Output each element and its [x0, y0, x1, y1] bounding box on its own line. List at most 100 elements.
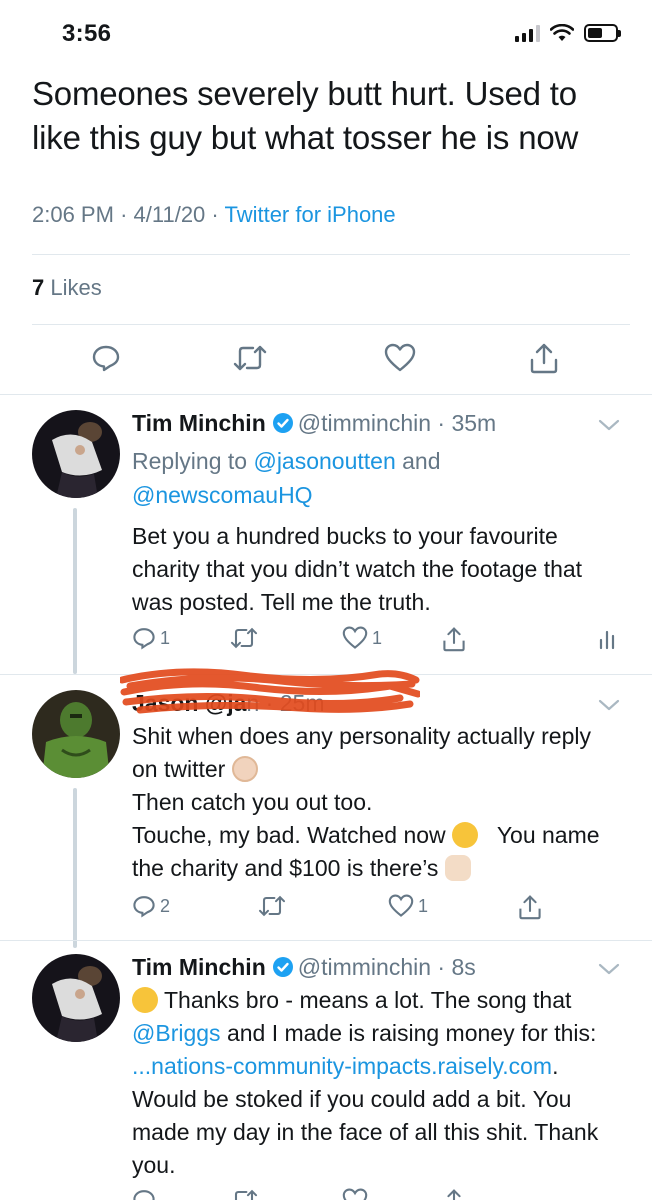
- heart-icon: [388, 894, 414, 917]
- share-button[interactable]: [524, 338, 564, 378]
- reply-button[interactable]: [86, 338, 126, 378]
- retweet-button[interactable]: [258, 894, 286, 918]
- facepalm-emoji-icon: [231, 756, 258, 782]
- reply-actions: [132, 1188, 622, 1200]
- like-button[interactable]: 1: [388, 894, 428, 918]
- analytics-icon: [599, 630, 615, 650]
- status-time: 3:56: [62, 20, 112, 47]
- retweet-button[interactable]: [230, 338, 270, 378]
- reply-time: 35m: [451, 410, 497, 436]
- external-link[interactable]: ...nations-community-impacts.raisely.com: [132, 1053, 552, 1079]
- reply-count: 1: [160, 627, 171, 648]
- main-tweet-text: Someones severely butt hurt. Used to lik…: [32, 75, 579, 156]
- author-name[interactable]: Tim Minchin: [132, 954, 266, 980]
- like-count: 1: [372, 627, 383, 648]
- author-name[interactable]: Tim Minchin: [132, 410, 266, 436]
- retweet-button[interactable]: [230, 626, 258, 650]
- reply-body: Thanks bro - means a lot. The song that …: [132, 984, 622, 1182]
- thread-line: [73, 508, 77, 674]
- analytics-button[interactable]: [598, 626, 616, 650]
- replying-to-label: Replying to: [132, 448, 248, 474]
- heart-icon: [342, 626, 368, 649]
- mention-link[interactable]: @Briggs: [132, 1020, 221, 1046]
- heart-icon: [342, 1188, 368, 1200]
- reply-text: Then catch you out too.: [132, 789, 373, 815]
- reply-text: Thanks bro - means a lot. The song that: [163, 987, 572, 1013]
- like-button[interactable]: 1: [342, 626, 382, 650]
- status-icons: [515, 24, 621, 42]
- avatar[interactable]: [32, 690, 120, 778]
- reply-text: Shit when does any personality actually …: [132, 723, 591, 782]
- like-button[interactable]: [342, 1188, 368, 1200]
- meta-separator: ·: [211, 202, 219, 227]
- share-icon: [530, 343, 558, 374]
- share-icon: [443, 627, 465, 652]
- reply-body: Shit when does any personality actually …: [132, 720, 622, 885]
- verified-badge-icon: [272, 957, 293, 977]
- reply-icon: [133, 628, 155, 650]
- likes-label: Likes: [50, 275, 102, 300]
- author-handle[interactable]: @timminchin: [298, 954, 431, 980]
- retweet-button[interactable]: [230, 1188, 258, 1200]
- thumbs-up-emoji-icon: [444, 855, 471, 881]
- divider: [0, 394, 652, 395]
- share-icon: [519, 895, 541, 920]
- share-button[interactable]: [442, 626, 466, 652]
- reply-text: Touche, my bad. Watched now: [132, 822, 446, 848]
- likes-count: 7: [32, 275, 45, 300]
- smiling-face-emoji-icon: [132, 987, 158, 1013]
- reply-actions: 1 1: [132, 626, 622, 658]
- retweet-icon: [234, 1189, 258, 1200]
- redaction-scribble: [120, 668, 420, 714]
- share-button[interactable]: [518, 894, 542, 920]
- reply-count: 2: [160, 895, 171, 916]
- tweet-date: 4/11/20: [133, 202, 206, 227]
- divider: [0, 940, 652, 941]
- reply-button[interactable]: 2: [132, 894, 170, 918]
- like-count: 1: [418, 895, 429, 916]
- reply-actions: 2 1: [132, 894, 622, 926]
- mention-link[interactable]: @jasonoutten: [253, 448, 395, 474]
- reply-icon: [133, 896, 155, 918]
- chevron-down-icon[interactable]: [598, 962, 620, 976]
- chevron-down-icon[interactable]: [598, 698, 620, 712]
- likes-row[interactable]: 7 Likes: [32, 275, 102, 301]
- retweet-icon: [233, 345, 267, 371]
- thread-line: [73, 788, 77, 948]
- reply-header: Tim Minchin @timminchin · 8s: [132, 954, 476, 980]
- retweet-icon: [258, 895, 286, 917]
- author-handle[interactable]: @timminchin: [298, 410, 431, 436]
- status-bar: 3:56: [0, 0, 652, 68]
- mention-link[interactable]: @newscomauHQ: [132, 482, 313, 508]
- neutral-face-emoji-icon: [452, 822, 479, 848]
- heart-icon: [384, 343, 416, 372]
- reply-button[interactable]: 1: [132, 626, 170, 650]
- divider: [32, 254, 630, 255]
- avatar[interactable]: [32, 410, 120, 498]
- reply-header: Tim Minchin @timminchin · 35m: [132, 410, 497, 436]
- battery-icon: [584, 24, 621, 42]
- avatar[interactable]: [32, 954, 120, 1042]
- share-button[interactable]: [442, 1188, 466, 1200]
- chevron-down-icon[interactable]: [598, 418, 620, 432]
- and-label: and: [402, 448, 441, 474]
- share-icon: [447, 1189, 461, 1200]
- reply-body: Bet you a hundred bucks to your favourit…: [132, 523, 583, 615]
- replying-to: Replying to @jasonoutten and @newscomauH…: [132, 444, 612, 512]
- reply-text: and I made is raising money for this:: [226, 1020, 597, 1046]
- reply-button[interactable]: [132, 1188, 156, 1200]
- wifi-icon: [550, 24, 574, 41]
- meta-separator: ·: [120, 202, 128, 227]
- reply-icon: [92, 345, 120, 372]
- divider: [32, 324, 630, 325]
- reply-icon: [133, 1190, 155, 1200]
- like-button[interactable]: [380, 338, 420, 378]
- tweet-meta: 2:06 PM · 4/11/20 · Twitter for iPhone: [32, 202, 396, 228]
- tweet-time: 2:06 PM: [32, 202, 114, 227]
- verified-badge-icon: [272, 413, 293, 433]
- retweet-icon: [230, 627, 258, 649]
- tweet-source-link[interactable]: Twitter for iPhone: [224, 202, 395, 227]
- main-tweet-actions: [0, 338, 652, 378]
- reply-time: 8s: [451, 954, 476, 980]
- cellular-signal-icon: [515, 24, 540, 42]
